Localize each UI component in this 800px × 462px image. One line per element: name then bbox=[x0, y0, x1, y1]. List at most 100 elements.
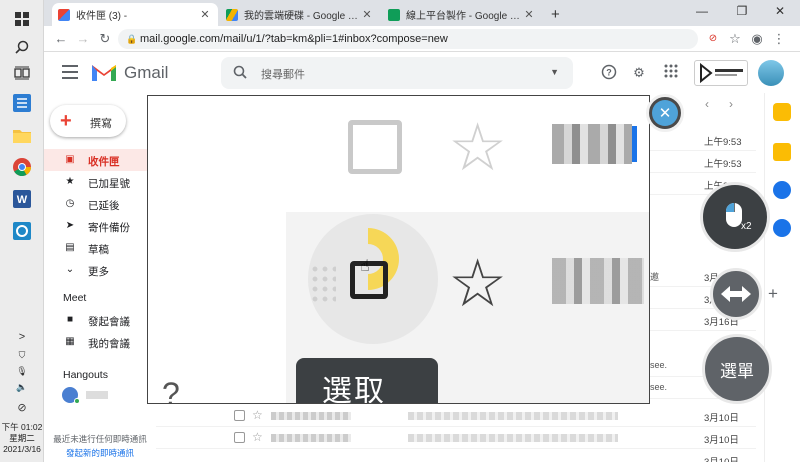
app-blue-list-icon[interactable] bbox=[9, 90, 35, 116]
online-status-dot bbox=[74, 398, 80, 404]
close-icon[interactable]: ✕ bbox=[360, 8, 374, 21]
message-subject bbox=[408, 434, 618, 442]
search-bar[interactable]: 搜尋郵件 ▼ bbox=[221, 57, 573, 89]
table-row[interactable]: ☆ 3月10日 bbox=[156, 427, 756, 449]
start-chat-link[interactable]: 發起新的即時通訊 bbox=[44, 447, 156, 459]
message-sender bbox=[271, 434, 351, 442]
send-icon: ➤ bbox=[65, 220, 75, 231]
chevron-down-icon: ⌄ bbox=[65, 264, 75, 275]
search-input[interactable]: 搜尋郵件 bbox=[261, 66, 305, 82]
search-options-icon[interactable]: ▼ bbox=[550, 67, 559, 77]
gmail-icon bbox=[58, 8, 70, 21]
search-icon[interactable] bbox=[9, 34, 35, 60]
blocked-popup-icon[interactable]: ⊘ bbox=[704, 30, 722, 48]
close-magnifier-button[interactable]: ✕ bbox=[646, 94, 684, 132]
compose-label: 撰寫 bbox=[90, 118, 112, 130]
windows-taskbar: W > ⛉ 🎙 🔈 ⊘ 下午 01:02 星期二 2021/3/16 bbox=[0, 0, 44, 462]
plus-icon: + bbox=[60, 110, 72, 132]
chrome-tab-strip: 收件匣 (3) - ✕ 我的雲端硬碟 - Google 雲端硬碟 ✕ 線上平台製… bbox=[44, 0, 800, 26]
main-menu-icon[interactable] bbox=[62, 65, 78, 79]
search-icon[interactable] bbox=[233, 65, 247, 84]
blurred-sender bbox=[552, 258, 644, 304]
sidebar-item-inbox[interactable]: ▣ 收件匣 bbox=[44, 149, 156, 171]
table-row[interactable]: ☆ 3月10日 bbox=[156, 405, 756, 427]
tab-gmail[interactable]: 收件匣 (3) - ✕ bbox=[52, 3, 218, 26]
bookmark-star-icon[interactable]: ☆ bbox=[726, 30, 744, 48]
row-checkbox[interactable] bbox=[234, 410, 245, 421]
sidebar-item-new-meeting[interactable]: ■ 發起會議 bbox=[44, 309, 156, 331]
forward-arrow-icon[interactable]: → bbox=[74, 30, 92, 48]
row-checkbox[interactable] bbox=[234, 432, 245, 443]
settings-gear-icon[interactable]: ⚙ bbox=[630, 64, 648, 82]
app-blue-circle-icon[interactable] bbox=[9, 218, 35, 244]
notification-icon[interactable]: ⊘ bbox=[9, 394, 35, 420]
table-row[interactable]: 3月10日 bbox=[156, 449, 756, 462]
sidebar-item-more[interactable]: ⌄ 更多 bbox=[44, 259, 156, 281]
sidebar-item-drafts[interactable]: ▤ 草稿 bbox=[44, 237, 156, 259]
message-subject bbox=[408, 412, 618, 420]
chat-empty-text: 最近未進行任何即時通訊 bbox=[53, 434, 147, 444]
tab-drive[interactable]: 我的雲端硬碟 - Google 雲端硬碟 ✕ bbox=[220, 3, 380, 26]
sidebar-item-starred[interactable]: ★ 已加星號 bbox=[44, 171, 156, 193]
close-icon[interactable]: ✕ bbox=[198, 8, 212, 21]
add-icon[interactable]: + bbox=[768, 284, 778, 304]
star-icon: ☆ bbox=[448, 110, 508, 184]
drag-swap-button[interactable] bbox=[710, 268, 762, 320]
next-page-icon[interactable]: › bbox=[716, 93, 746, 115]
back-arrow-icon[interactable]: ← bbox=[52, 30, 70, 48]
minimize-button[interactable]: — bbox=[688, 4, 716, 18]
double-click-button[interactable]: x2 bbox=[700, 182, 770, 252]
taskbar-clock[interactable]: 下午 01:02 星期二 2021/3/16 bbox=[0, 422, 44, 455]
star-icon: ☆ bbox=[448, 246, 508, 320]
partial-glyph: ? bbox=[162, 376, 180, 404]
hangouts-user-name[interactable] bbox=[86, 391, 108, 399]
compose-button[interactable]: + 撰寫 bbox=[50, 105, 126, 137]
sidebar-item-label: 發起會議 bbox=[88, 316, 130, 328]
sidebar-item-label: 寄件備份 bbox=[88, 222, 130, 234]
keep-app-icon[interactable] bbox=[773, 143, 791, 161]
blurred-label bbox=[632, 126, 649, 162]
task-view-icon[interactable] bbox=[9, 60, 35, 86]
organization-logo-icon[interactable] bbox=[694, 60, 748, 86]
profile-icon[interactable]: ◉ bbox=[748, 30, 766, 48]
windows-start-icon[interactable] bbox=[9, 6, 35, 32]
inbox-icon: ▣ bbox=[65, 154, 75, 165]
sidebar-item-snoozed[interactable]: ◷ 已延後 bbox=[44, 193, 156, 215]
close-icon[interactable]: ✕ bbox=[522, 8, 536, 21]
message-date: 3月10日 bbox=[704, 454, 739, 462]
file-explorer-icon[interactable] bbox=[9, 122, 35, 148]
close-icon: ✕ bbox=[652, 100, 678, 126]
gmail-logo-icon[interactable] bbox=[90, 61, 118, 88]
apps-grid-icon[interactable] bbox=[662, 64, 680, 82]
tab-title: 線上平台製作 - Google 試算表 bbox=[406, 11, 522, 22]
tab-title: 我的雲端硬碟 - Google 雲端硬碟 bbox=[244, 11, 360, 22]
tab-sheets[interactable]: 線上平台製作 - Google 試算表 ✕ bbox=[382, 3, 542, 26]
tasks-app-icon[interactable] bbox=[773, 181, 791, 199]
calendar-app-icon[interactable] bbox=[773, 103, 791, 121]
contacts-app-icon[interactable] bbox=[773, 219, 791, 237]
hangouts-heading: Hangouts bbox=[63, 369, 108, 381]
star-icon: ★ bbox=[65, 176, 75, 187]
sidebar-item-sent[interactable]: ➤ 寄件備份 bbox=[44, 215, 156, 237]
reload-icon[interactable]: ↻ bbox=[96, 30, 114, 48]
calendar-icon: ▦ bbox=[65, 336, 75, 347]
magnifier-overlay: ☆ ☝ ☆ 選取 ? bbox=[147, 95, 650, 404]
close-window-button[interactable]: ✕ bbox=[766, 4, 794, 18]
star-icon[interactable]: ☆ bbox=[252, 408, 263, 422]
new-tab-button[interactable]: + bbox=[546, 3, 570, 26]
star-icon[interactable]: ☆ bbox=[252, 430, 263, 444]
lock-icon: 🔒 bbox=[126, 34, 138, 44]
hand-cursor-icon: ☝ bbox=[360, 258, 370, 275]
meet-heading: Meet bbox=[63, 292, 87, 304]
message-date: 上午9:53 bbox=[704, 159, 742, 170]
message-snippet: 邀 bbox=[650, 272, 660, 282]
word-icon[interactable]: W bbox=[9, 186, 35, 212]
help-icon[interactable]: ? bbox=[600, 64, 618, 82]
kebab-menu-icon[interactable]: ⋮ bbox=[770, 30, 788, 48]
sidebar-item-my-meetings[interactable]: ▦ 我的會議 bbox=[44, 331, 156, 353]
chrome-icon[interactable] bbox=[9, 154, 35, 180]
menu-button[interactable]: 選單 bbox=[702, 334, 772, 404]
address-bar[interactable]: 🔒 mail.google.com/mail/u/1/?tab=km&pli=1… bbox=[118, 29, 698, 49]
maximize-button[interactable]: ❐ bbox=[728, 4, 756, 18]
account-avatar[interactable] bbox=[758, 60, 784, 86]
